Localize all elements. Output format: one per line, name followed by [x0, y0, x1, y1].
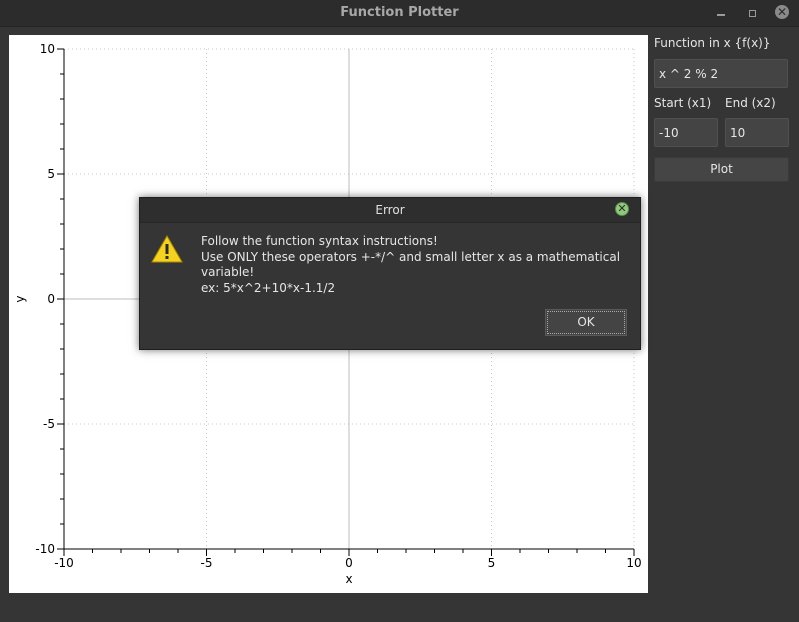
error-dialog: Error ✕ Follow the function syntax instr…: [139, 197, 641, 350]
close-icon: ✕: [776, 5, 788, 19]
function-label: Function in x {f(x)}: [654, 36, 771, 50]
dialog-close-button[interactable]: ✕: [615, 202, 629, 216]
maximize-icon[interactable]: [745, 6, 759, 20]
title-bar: Function Plotter ✕: [0, 0, 799, 27]
dialog-title: Error: [375, 203, 405, 217]
window-close-button[interactable]: ✕: [775, 5, 789, 19]
warning-icon: [151, 234, 183, 263]
end-input[interactable]: [725, 118, 789, 147]
y-tick-label: 10: [40, 42, 55, 56]
message-line: Follow the function syntax instructions!: [201, 234, 438, 248]
y-tick-label: 5: [47, 167, 55, 181]
x-tick-label: 5: [488, 556, 496, 570]
x-tick-label: -10: [54, 556, 74, 570]
start-label: Start (x1): [654, 96, 712, 110]
message-line: Use ONLY these operators +-*/^ and small…: [201, 249, 621, 280]
y-tick-label: -5: [43, 417, 55, 431]
message-line: ex: 5*x^2+10*x-1.1/2: [201, 280, 336, 295]
y-axis-label: y: [13, 295, 27, 302]
x-tick-label: 10: [626, 556, 641, 570]
y-tick-label: -10: [35, 542, 55, 556]
dialog-message: Follow the function syntax instructions!…: [201, 234, 626, 296]
window-title: Function Plotter: [340, 5, 459, 20]
x-tick-label: 0: [345, 556, 353, 570]
function-input[interactable]: [654, 59, 788, 88]
y-tick-label: 0: [47, 292, 55, 306]
start-input[interactable]: [654, 118, 718, 147]
ok-button[interactable]: OK: [545, 309, 627, 336]
x-axis-label: x: [345, 572, 352, 586]
end-label: End (x2): [725, 96, 776, 110]
close-icon: ✕: [617, 202, 627, 215]
dialog-title-bar: Error ✕: [140, 198, 640, 223]
minimize-icon[interactable]: [714, 6, 728, 20]
x-tick-label: -5: [201, 556, 213, 570]
plot-button[interactable]: Plot: [654, 157, 789, 182]
